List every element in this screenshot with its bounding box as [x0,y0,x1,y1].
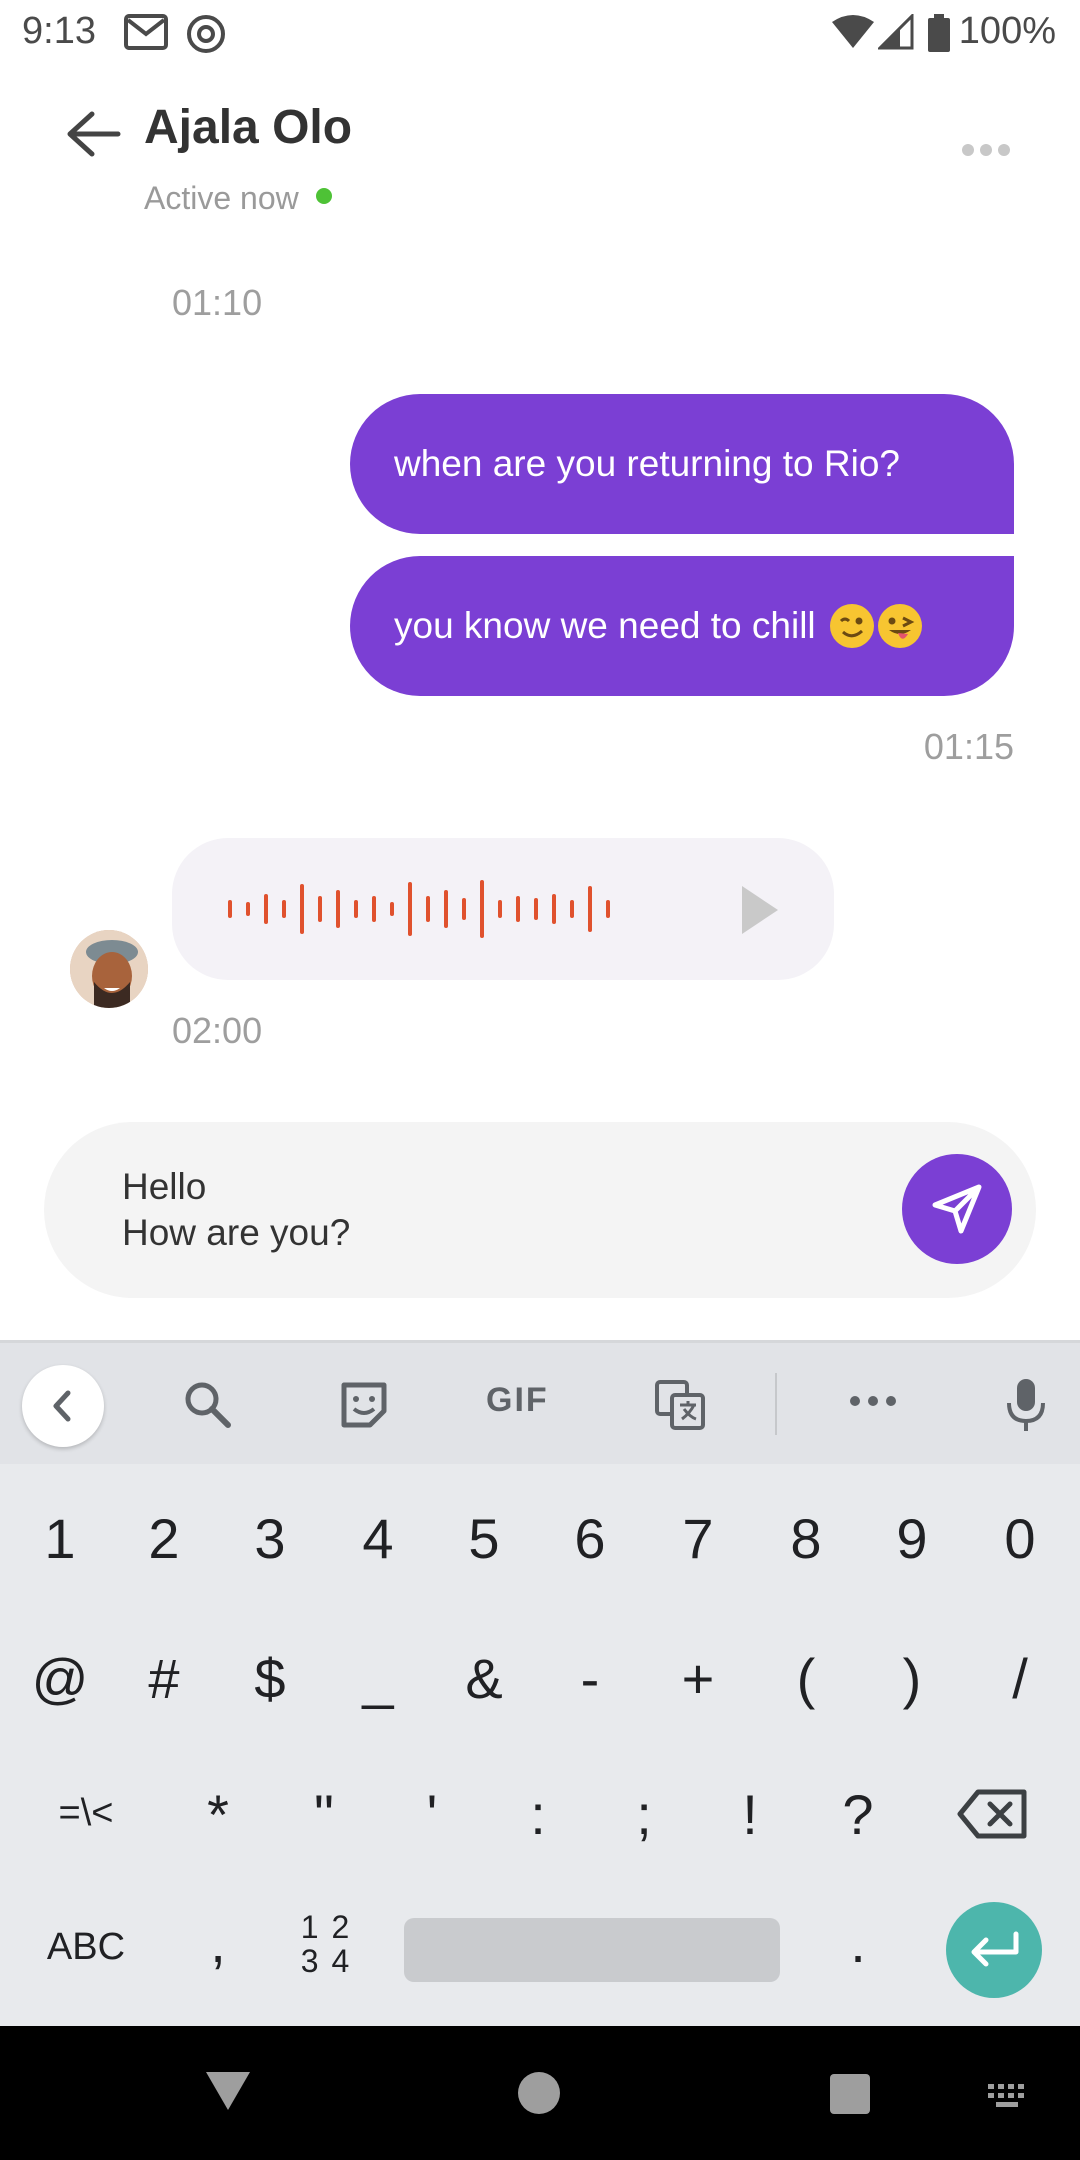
key-period[interactable]: . [808,1910,908,1975]
keyboard-toolbar: GIF [0,1340,1080,1464]
key-plus[interactable]: + [648,1646,748,1711]
key-comma[interactable]: , [168,1910,268,1975]
message-text: when are you returning to Rio? [394,443,900,484]
translate-icon[interactable] [654,1379,706,1431]
key-numpad[interactable]: 1 2 3 4 [276,1910,376,1978]
key-0[interactable]: 0 [970,1506,1070,1571]
gmail-icon [124,14,168,50]
status-bar: 9:13 100% [0,0,1080,66]
enter-icon [971,1931,1019,1967]
key-exclamation[interactable]: ! [700,1782,800,1847]
microphone-icon[interactable] [1004,1377,1048,1433]
keyboard-collapse-button[interactable] [22,1365,104,1447]
key-1[interactable]: 1 [10,1506,110,1571]
key-dollar[interactable]: $ [220,1646,320,1711]
contact-name: Ajala Olo [144,101,353,154]
keyboard-row-punctuation: =\< * " ' : ; ! ? [0,1782,1080,1912]
wifi-icon [832,15,874,48]
key-3[interactable]: 3 [220,1506,320,1571]
key-question[interactable]: ? [808,1782,908,1847]
more-horizontal-icon[interactable] [960,138,1012,162]
play-icon[interactable] [742,886,778,934]
toolbar-divider [775,1373,777,1435]
key-abc[interactable]: ABC [36,1926,136,1969]
nav-home-icon[interactable] [518,2072,560,2114]
key-single-quote[interactable]: ' [382,1782,482,1847]
gif-button[interactable]: GIF [486,1381,549,1420]
battery-percentage: 100% [958,10,1056,52]
tongue-wink-face-emoji [877,604,922,648]
at-sign-icon [187,15,225,53]
avatar[interactable] [70,930,148,1008]
key-minus[interactable]: - [540,1646,640,1711]
key-9[interactable]: 9 [862,1506,962,1571]
winking-face-emoji [829,604,874,648]
key-hash[interactable]: # [114,1646,214,1711]
online-indicator [316,188,332,204]
send-button[interactable] [902,1154,1012,1264]
key-colon[interactable]: : [488,1782,588,1847]
sticker-icon[interactable] [338,1379,390,1431]
key-close-paren[interactable]: ) [862,1646,962,1711]
enter-key[interactable] [946,1902,1042,1998]
send-icon [932,1184,982,1234]
search-icon[interactable] [182,1379,234,1431]
key-5[interactable]: 5 [434,1506,534,1571]
outgoing-message[interactable]: you know we need to chill [350,556,1014,696]
key-at[interactable]: @ [10,1646,110,1711]
backspace-icon[interactable] [956,1788,1028,1840]
voice-message[interactable] [172,838,834,980]
key-7[interactable]: 7 [648,1506,748,1571]
keyboard-row-numbers: 1 2 3 4 5 6 7 8 9 0 [0,1506,1080,1636]
message-timestamp: 01:10 [172,282,263,323]
message-composer[interactable]: Hello How are you? [44,1122,1036,1298]
key-semicolon[interactable]: ; [594,1782,694,1847]
audio-waveform [228,880,610,938]
keyboard-row-symbols: @ # $ _ & - + ( ) / [0,1646,1080,1776]
key-asterisk[interactable]: * [168,1782,268,1847]
signal-icon [878,14,914,50]
key-open-paren[interactable]: ( [756,1646,856,1711]
message-timestamp: 02:00 [172,1010,263,1051]
message-timestamp: 01:15 [923,726,1014,767]
more-horizontal-icon[interactable] [848,1393,898,1409]
key-slash[interactable]: / [970,1646,1070,1711]
key-6[interactable]: 6 [540,1506,640,1571]
nav-back-icon[interactable] [206,2072,250,2110]
navigation-bar [0,2026,1080,2160]
keyboard-switch-icon[interactable] [986,2082,1030,2110]
key-2[interactable]: 2 [114,1506,214,1571]
key-underscore[interactable]: _ [328,1646,428,1711]
key-8[interactable]: 8 [756,1506,856,1571]
message-text: you know we need to chill [394,605,816,646]
outgoing-message[interactable]: when are you returning to Rio? [350,394,1014,534]
chevron-left-icon [53,1390,71,1422]
key-more-symbols[interactable]: =\< [36,1792,136,1835]
space-key[interactable] [404,1918,780,1982]
key-ampersand[interactable]: & [434,1646,534,1711]
key-4[interactable]: 4 [328,1506,428,1571]
message-input[interactable]: Hello How are you? [122,1164,350,1256]
battery-icon [928,14,950,52]
nav-recents-icon[interactable] [830,2074,870,2114]
contact-status: Active now [144,180,299,216]
key-double-quote[interactable]: " [274,1782,374,1847]
arrow-left-icon[interactable] [62,108,122,160]
status-time: 9:13 [22,10,96,52]
